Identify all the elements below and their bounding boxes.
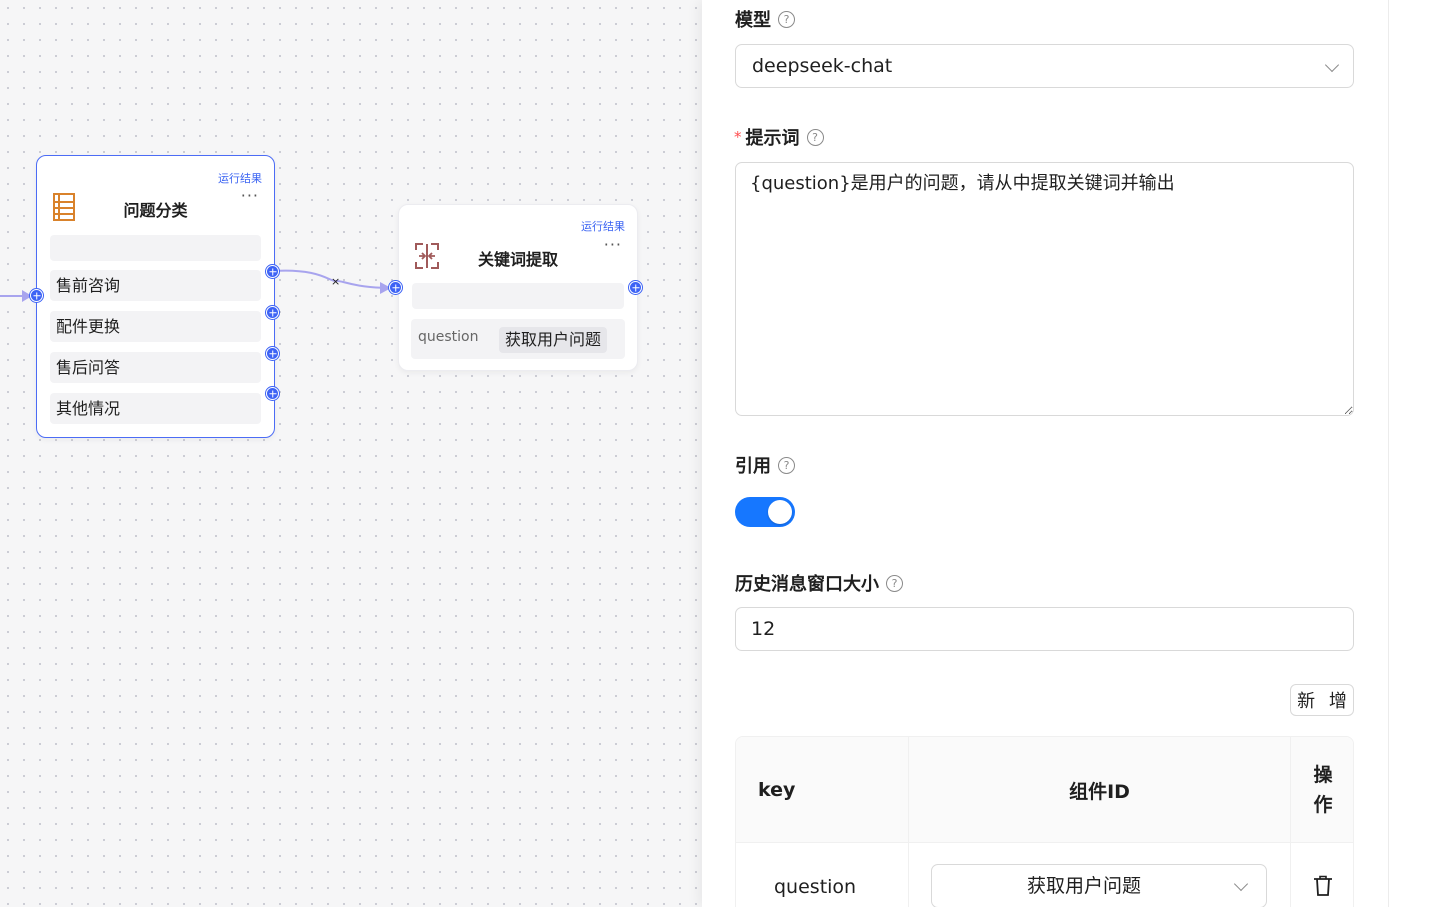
output-handle-category-3[interactable] (266, 347, 279, 360)
category-item: 其他情况 (50, 393, 261, 424)
model-select-value: deepseek-chat (752, 55, 893, 77)
model-label: 模型 ? (735, 6, 795, 32)
prompt-label-text: 提示词 (745, 128, 800, 149)
edge-delete-button[interactable]: × (331, 275, 340, 288)
output-handle[interactable] (629, 281, 642, 294)
column-header-component-id: 组件ID (909, 737, 1291, 843)
chevron-down-icon (1324, 57, 1340, 73)
model-label-text: 模型 (735, 10, 771, 31)
component-select-value: 获取用户问题 (1026, 875, 1141, 897)
table-row: question 获取用户问题 (736, 843, 1353, 907)
node-header: 关键词提取 ··· (412, 237, 624, 273)
row-operation-cell (1291, 843, 1353, 907)
node-title: 关键词提取 (477, 250, 558, 269)
param-row: question 获取用户问题 (411, 319, 625, 359)
cite-toggle[interactable] (735, 497, 795, 527)
node-input-placeholder (412, 283, 624, 309)
category-item: 配件更换 (50, 311, 261, 342)
output-handle-category-2[interactable] (266, 306, 279, 319)
history-window-label: 历史消息窗口大小 ? (735, 570, 903, 596)
workflow-canvas[interactable]: × 运行结果 问题分类 ··· 售前咨询 配件更换 售后问答 其他情况 运行结果 (0, 0, 702, 907)
help-icon[interactable]: ? (806, 128, 824, 146)
param-key: question (418, 329, 479, 345)
right-gutter (1388, 0, 1440, 907)
column-header-operation: 操作 (1313, 764, 1333, 816)
node-question-classify[interactable]: 运行结果 问题分类 ··· 售前咨询 配件更换 售后问答 其他情况 (36, 155, 275, 438)
input-handle[interactable] (389, 281, 402, 294)
add-variable-button[interactable]: 新 增 (1290, 684, 1354, 716)
prompt-label: * 提示词 ? (734, 124, 824, 150)
param-value: 获取用户问题 (499, 327, 608, 353)
variable-table: key 组件ID 操作 question 获取用户问题 (735, 736, 1354, 907)
model-select[interactable]: deepseek-chat (735, 44, 1354, 88)
prompt-textarea[interactable] (735, 162, 1354, 416)
row-component-cell: 获取用户问题 (909, 843, 1291, 907)
help-icon[interactable]: ? (778, 10, 795, 28)
more-options-icon[interactable]: ··· (604, 237, 622, 253)
node-keyword-extract[interactable]: 运行结果 关键词提取 ··· question 获取用户问题 (398, 204, 638, 371)
node-header: 问题分类 ··· (50, 188, 261, 224)
component-select[interactable]: 获取用户问题 (931, 864, 1267, 907)
edges-layer: × (0, 269, 391, 302)
node-config-panel: 模型 ? deepseek-chat * 提示词 ? 引用 ? 历史消息窗口大小… (702, 0, 1388, 907)
history-window-input[interactable] (735, 607, 1354, 651)
cite-label: 引用 ? (735, 452, 795, 478)
run-result-link[interactable]: 运行结果 (218, 170, 262, 186)
chevron-down-icon (1233, 876, 1249, 892)
table-header: key 组件ID 操作 (736, 737, 1353, 843)
help-icon[interactable]: ? (886, 574, 903, 592)
history-window-label-text: 历史消息窗口大小 (735, 574, 879, 595)
help-icon[interactable]: ? (778, 456, 795, 474)
output-handle-category-1[interactable] (266, 265, 279, 278)
toggle-knob (768, 500, 792, 524)
required-mark: * (734, 128, 742, 146)
node-input-placeholder (50, 235, 261, 261)
delete-icon[interactable] (1313, 875, 1333, 897)
category-item: 售后问答 (50, 352, 261, 383)
cite-label-text: 引用 (735, 456, 771, 477)
more-options-icon[interactable]: ··· (241, 188, 259, 204)
category-item: 售前咨询 (50, 270, 261, 301)
column-header-key: key (736, 737, 909, 843)
node-title: 问题分类 (123, 201, 188, 220)
input-handle[interactable] (30, 289, 43, 302)
row-key: question (736, 843, 909, 907)
run-result-link[interactable]: 运行结果 (581, 218, 625, 234)
output-handle-category-4[interactable] (266, 387, 279, 400)
